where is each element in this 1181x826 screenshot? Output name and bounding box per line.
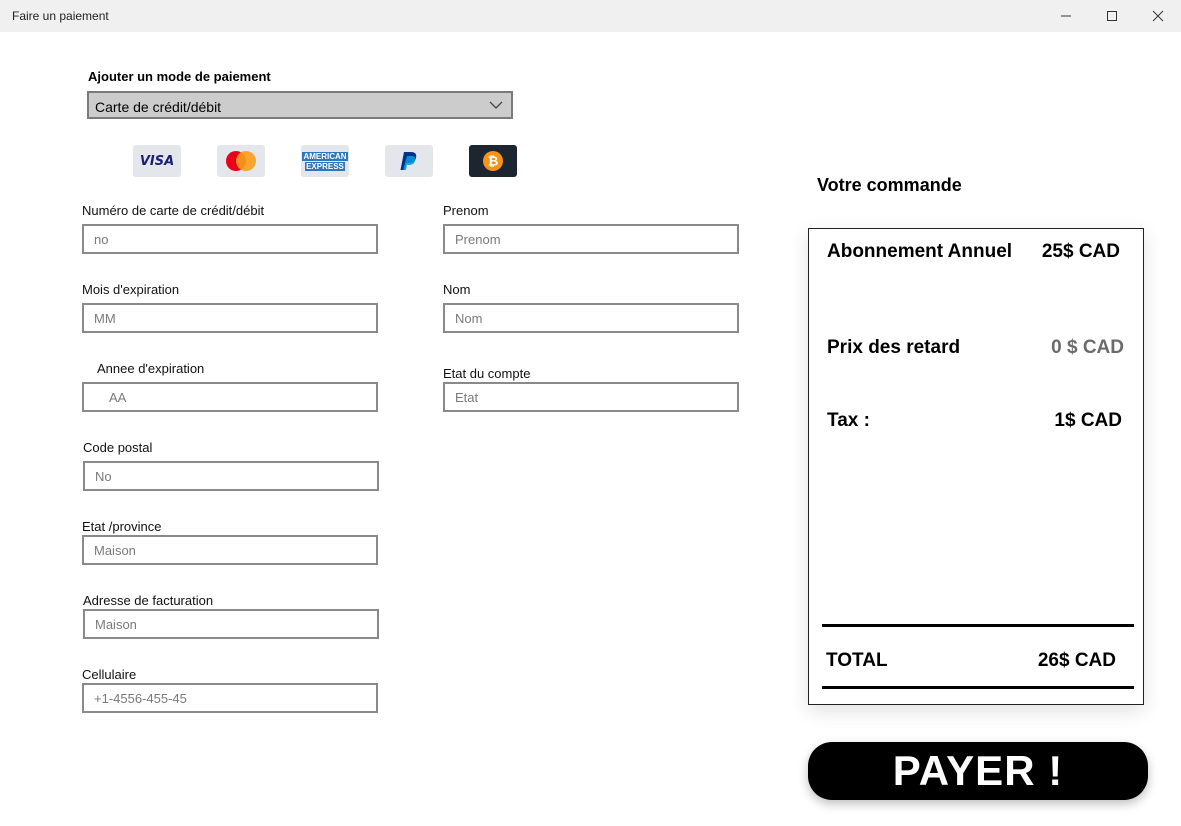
tax-price: 1$ CAD [1054,410,1122,431]
postal-code-label: Code postal [83,440,153,455]
card-number-label: Numéro de carte de crédit/débit [82,203,265,218]
title-bar: Faire un paiement [0,0,1181,32]
mastercard-icon[interactable] [217,145,265,177]
expiry-month-label: Mois d'expiration [82,282,180,297]
order-title: Votre commande [817,175,962,195]
pay-button-label: PAYER ! [892,747,1064,794]
total-price: 26$ CAD [1037,650,1116,671]
order-summary: Abonnement Annuel 25$ CAD Prix des retar… [808,228,1144,705]
account-state-input[interactable]: Etat [443,382,739,412]
chevron-down-icon [489,101,503,109]
first-name-label: Prenom [443,203,489,218]
billing-address-label: Adresse de facturation [83,593,214,608]
window-title: Faire un paiement [12,9,109,23]
visa-icon[interactable]: VISA [133,145,181,177]
province-input[interactable]: Maison [82,535,378,565]
last-name-label: Nom [443,282,471,297]
payment-method-label: Ajouter un mode de paiement [88,69,271,84]
subscription-label: Abonnement Annuel [827,241,1013,262]
phone-input[interactable]: +1-4556-455-45 [82,683,378,713]
amex-icon[interactable]: AMERICAN EXPRESS [301,145,349,177]
minimize-button[interactable] [1043,0,1089,32]
total-bottom-divider [822,686,1134,689]
paypal-icon[interactable] [385,145,433,177]
minimize-icon [1061,15,1071,17]
postal-code-input[interactable]: No [83,461,379,491]
close-icon [1152,10,1164,22]
phone-label: Cellulaire [82,667,137,682]
total-top-divider [822,624,1134,627]
last-name-input[interactable]: Nom [443,303,739,333]
payment-method-value: Carte de crédit/débit [95,99,222,115]
subscription-price: 25$ CAD [1041,241,1120,262]
maximize-icon [1107,11,1117,21]
bitcoin-icon[interactable]: ₿ [469,145,517,177]
province-label: Etat /province [82,519,162,534]
tax-label: Tax : [827,410,870,431]
billing-address-input[interactable]: Maison [83,609,379,639]
account-state-label: Etat du compte [443,366,531,381]
late-fee-label: Prix des retard [827,337,961,358]
card-number-input[interactable]: no [82,224,378,254]
close-button[interactable] [1135,0,1181,32]
svg-text:₿: ₿ [488,155,499,170]
total-label: TOTAL [826,650,888,671]
payment-method-dropdown[interactable]: Carte de crédit/débit [87,91,513,119]
pay-button[interactable]: PAYER ! [808,742,1148,800]
expiry-year-input[interactable]: AA [82,382,378,412]
maximize-button[interactable] [1089,0,1135,32]
expiry-month-input[interactable]: MM [82,303,378,333]
late-fee-price: 0 $ CAD [1051,337,1124,358]
expiry-year-label: Annee d'expiration [97,361,205,376]
first-name-input[interactable]: Prenom [443,224,739,254]
